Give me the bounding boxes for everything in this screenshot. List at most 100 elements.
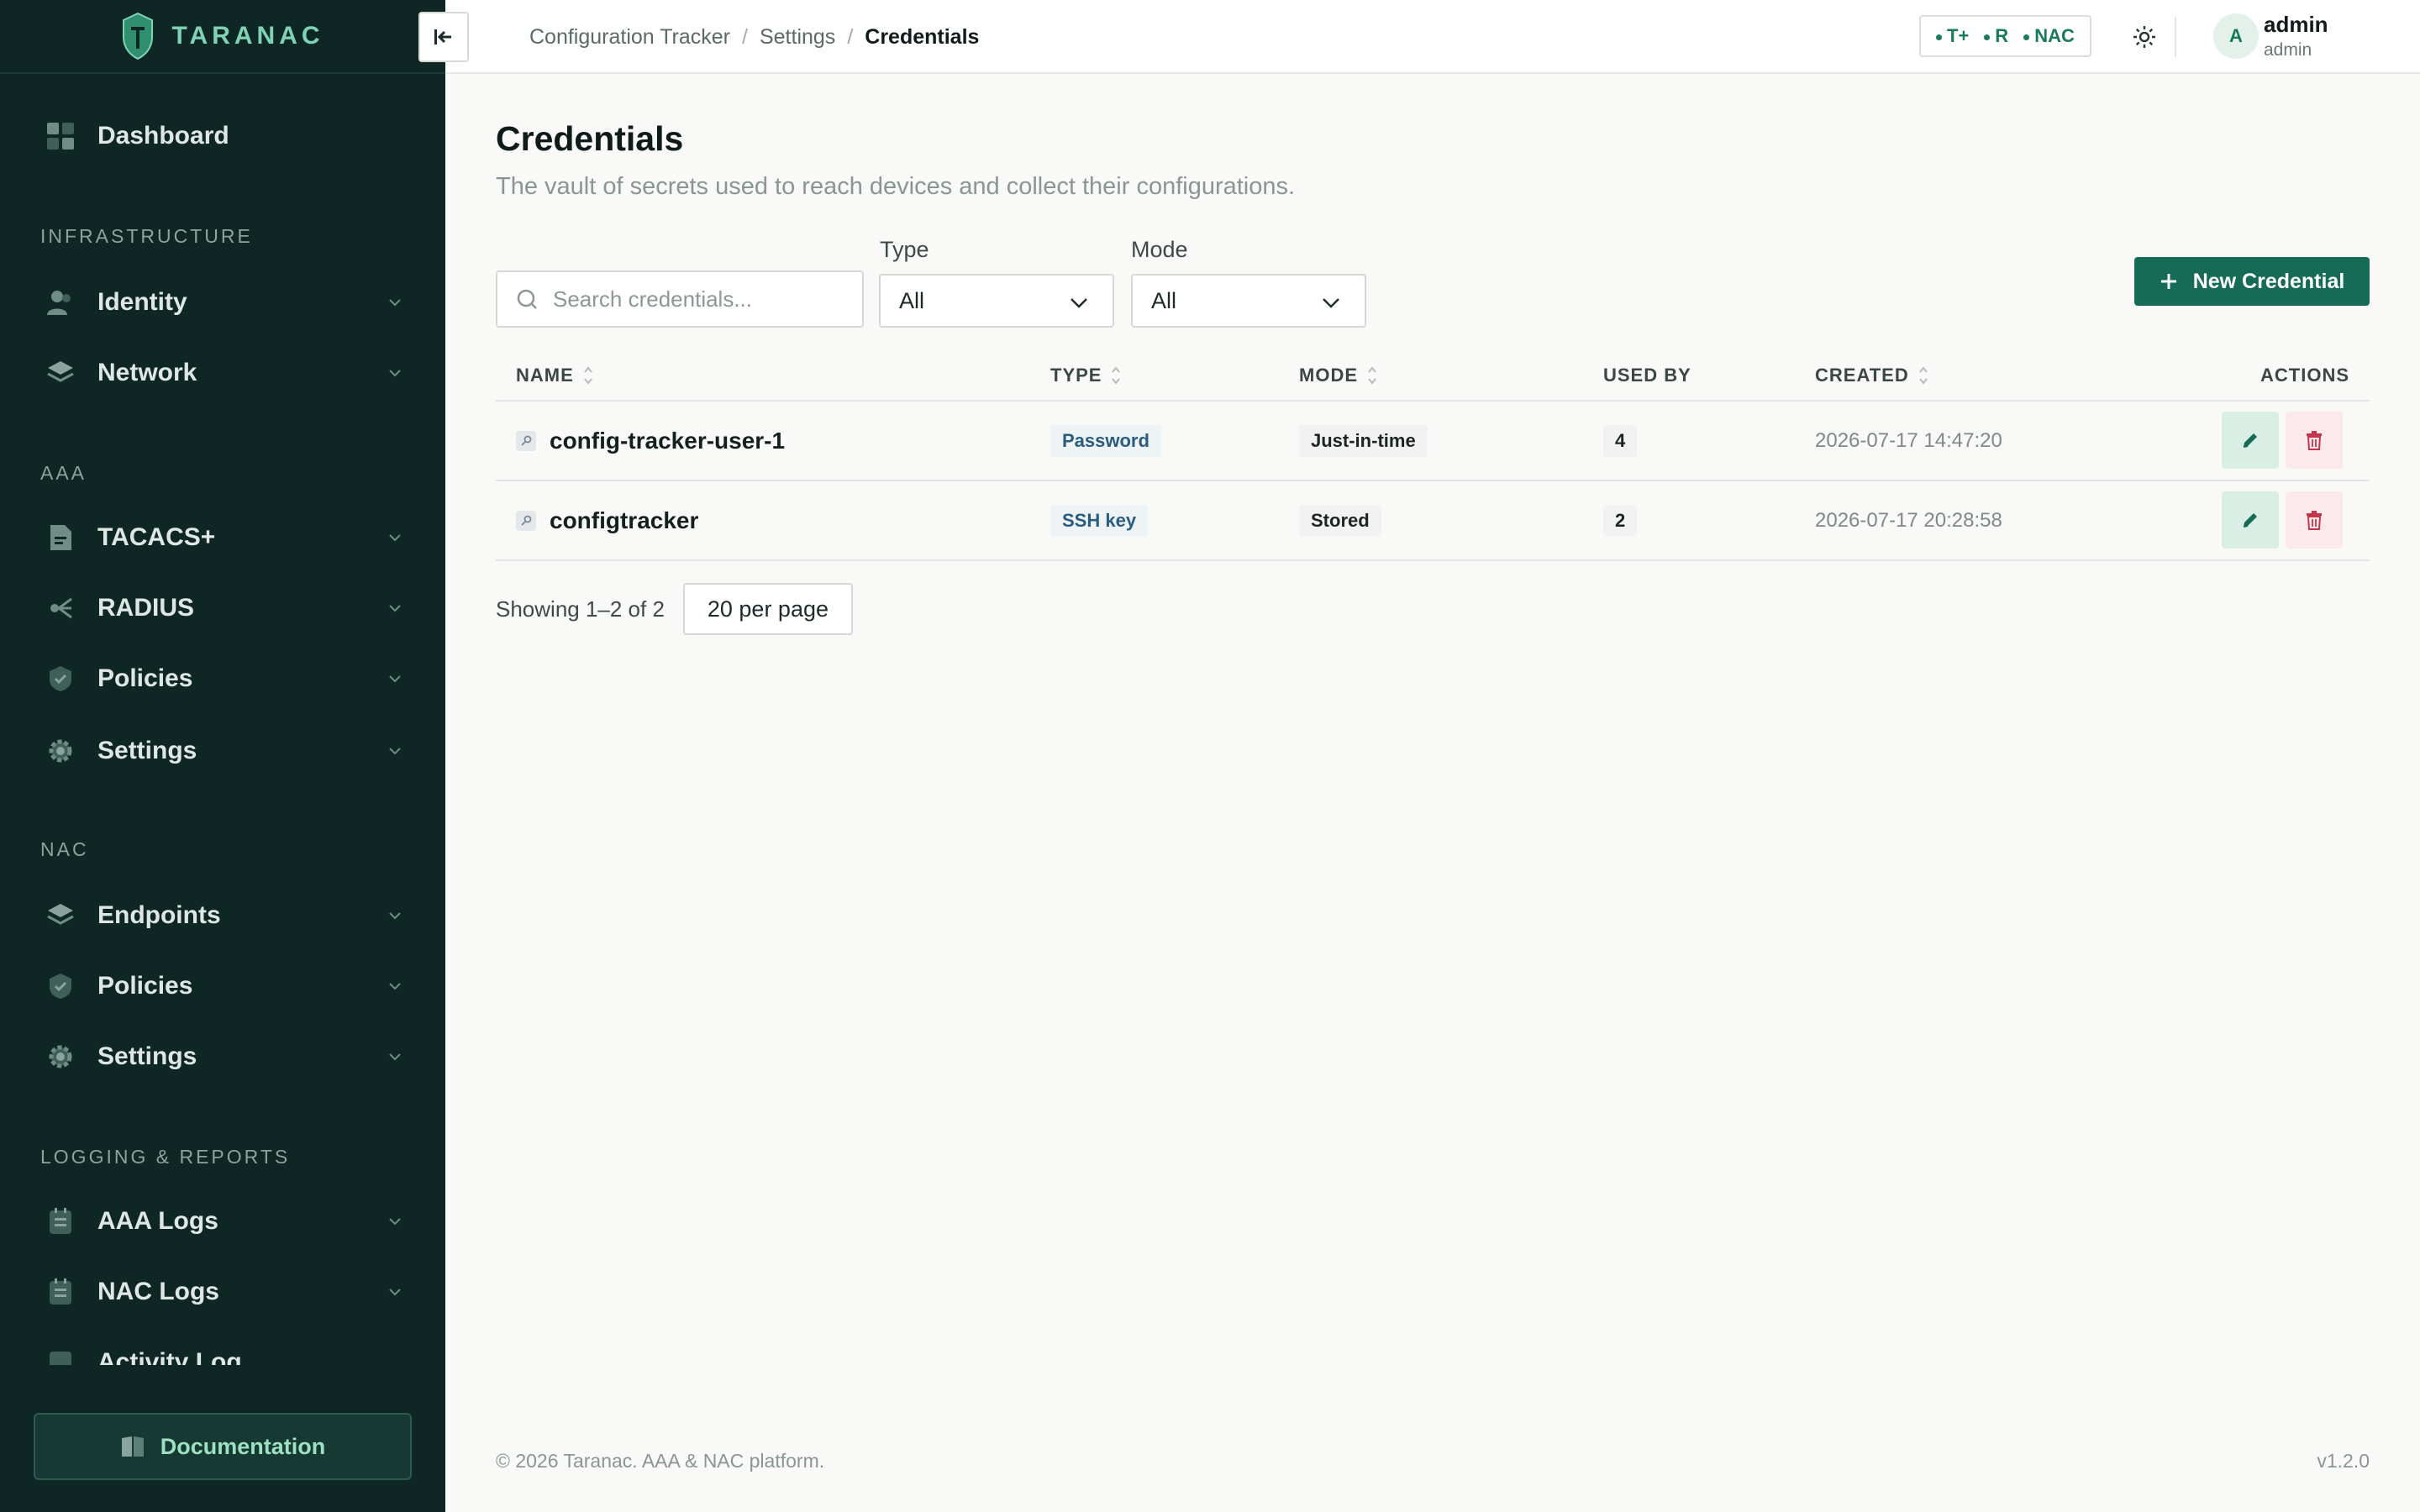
breadcrumb-separator: /	[847, 24, 854, 49]
footer-version: v1.2.0	[2317, 1450, 2370, 1472]
sidebar-item-endpoints[interactable]: Endpoints	[34, 889, 412, 942]
log-icon	[45, 1277, 76, 1307]
table-row[interactable]: configtracker SSH key Stored 2 2026-07-1…	[496, 481, 2370, 561]
column-label: TYPE	[1050, 365, 1102, 386]
breadcrumb-settings[interactable]: Settings	[760, 25, 835, 50]
chevron-down-icon	[389, 1218, 401, 1226]
sidebar-item-tacacs[interactable]: TACACS+	[34, 511, 412, 564]
column-label: USED BY	[1603, 365, 1691, 386]
sidebar-item-label: Policies	[97, 664, 193, 692]
sidebar-item-nac-policies[interactable]: Policies	[34, 959, 412, 1013]
chevron-down-icon	[389, 748, 401, 755]
pagination-info: Showing 1–2 of 2	[496, 596, 665, 622]
credential-name[interactable]: config-tracker-user-1	[550, 428, 785, 454]
users-icon	[45, 287, 76, 318]
layers-icon	[45, 900, 76, 931]
used-by-count: 2	[1603, 504, 1638, 537]
edit-button[interactable]	[2222, 491, 2279, 549]
user-role: admin	[2264, 40, 2312, 60]
sidebar-item-label: Policies	[97, 972, 193, 1000]
pagination: Showing 1–2 of 2 20 per page	[496, 583, 853, 635]
topbar: Configuration Tracker / Settings / Crede…	[418, 0, 2420, 74]
sort-icon	[584, 366, 592, 385]
breadcrumb: Configuration Tracker / Settings / Crede…	[529, 0, 979, 74]
sidebar-item-activity-log[interactable]: Activity Log	[34, 1336, 412, 1365]
delete-button[interactable]	[2286, 412, 2343, 469]
breadcrumb-configuration-tracker[interactable]: Configuration Tracker	[529, 25, 730, 50]
credential-name-cell: configtracker	[516, 481, 698, 559]
mode-filter-select[interactable]: All	[1131, 274, 1366, 328]
sidebar-item-identity[interactable]: Identity	[34, 276, 412, 329]
sort-icon	[1112, 366, 1121, 385]
log-icon	[45, 1206, 76, 1236]
trash-icon	[2307, 431, 2322, 450]
dashboard-icon	[45, 121, 76, 151]
sidebar-item-label: Settings	[97, 737, 197, 764]
per-page-select[interactable]: 20 per page	[682, 583, 853, 635]
sidebar-item-label: RADIUS	[97, 594, 195, 622]
column-header-created[interactable]: CREATED	[1815, 365, 1929, 386]
brand-name: TARANAC	[171, 22, 324, 50]
brand[interactable]: TARANAC	[0, 0, 445, 74]
search-input[interactable]	[553, 286, 839, 312]
sidebar-item-nac-logs[interactable]: NAC Logs	[34, 1265, 412, 1319]
chevron-down-icon	[389, 1289, 401, 1296]
breadcrumb-current: Credentials	[865, 24, 980, 49]
table-row[interactable]: config-tracker-user-1 Password Just-in-t…	[496, 402, 2370, 481]
mode-badge: Stored	[1299, 504, 1381, 537]
column-label: CREATED	[1815, 365, 1909, 386]
protocol-badge-tacacs: T+	[1936, 25, 1969, 47]
mode-filter-value: All	[1151, 287, 1177, 313]
credentials-table: NAME TYPE MODE USED BY CREATED ACTIONS c…	[496, 348, 2370, 561]
edit-button[interactable]	[2222, 412, 2279, 469]
sidebar-item-nac-settings[interactable]: Settings	[34, 1030, 412, 1084]
avatar[interactable]: A	[2213, 13, 2259, 59]
delete-button[interactable]	[2286, 491, 2343, 549]
sidebar-item-radius[interactable]: RADIUS	[34, 581, 412, 635]
section-label-logging: LOGGING & REPORTS	[40, 1146, 291, 1168]
sidebar-item-aaa-logs[interactable]: AAA Logs	[34, 1194, 412, 1248]
table-header: NAME TYPE MODE USED BY CREATED ACTIONS	[496, 348, 2370, 402]
theme-toggle-button[interactable]	[2128, 20, 2161, 54]
credential-name-cell: config-tracker-user-1	[516, 402, 785, 480]
sidebar-item-dashboard[interactable]: Dashboard	[34, 109, 412, 163]
key-icon	[516, 430, 536, 451]
created-timestamp: 2026-07-17 20:28:58	[1815, 508, 2002, 532]
column-header-name[interactable]: NAME	[516, 365, 594, 386]
status-dot-icon	[1936, 34, 1942, 40]
sidebar-item-aaa-policies[interactable]: Policies	[34, 652, 412, 706]
documentation-button[interactable]: Documentation	[34, 1413, 412, 1480]
page-title: Credentials	[496, 119, 684, 158]
section-label-nac: NAC	[40, 838, 89, 860]
sort-icon	[1368, 366, 1376, 385]
shield-check-icon	[45, 971, 76, 1001]
type-filter-select[interactable]: All	[879, 274, 1114, 328]
documentation-label: Documentation	[160, 1433, 326, 1459]
column-header-type[interactable]: TYPE	[1050, 365, 1122, 386]
sidebar-item-network[interactable]: Network	[34, 346, 412, 400]
chevron-down-icon	[389, 605, 401, 612]
sort-icon	[1918, 366, 1928, 385]
new-credential-button[interactable]: New Credential	[2134, 257, 2370, 306]
sidebar-item-label: Identity	[97, 288, 187, 316]
column-label: MODE	[1299, 365, 1358, 386]
key-icon	[516, 510, 536, 531]
protocol-label: R	[1995, 25, 2009, 46]
protocol-status-badges: T+ R NAC	[1919, 15, 2091, 57]
type-filter-value: All	[899, 287, 925, 313]
user-name[interactable]: admin	[2264, 12, 2328, 38]
column-header-mode[interactable]: MODE	[1299, 365, 1378, 386]
sidebar-item-label: TACACS+	[97, 523, 216, 551]
type-badge: SSH key	[1050, 504, 1149, 537]
used-by-count: 4	[1603, 424, 1638, 457]
topbar-divider	[2175, 17, 2176, 57]
status-dot-icon	[2023, 34, 2030, 40]
collapse-sidebar-button[interactable]	[418, 12, 469, 62]
chevron-down-icon	[389, 675, 401, 683]
search-box[interactable]	[496, 270, 864, 328]
sidebar-item-aaa-settings[interactable]: Settings	[34, 724, 412, 778]
page-subtitle: The vault of secrets used to reach devic…	[496, 173, 1296, 200]
credential-name[interactable]: configtracker	[550, 507, 698, 534]
chevron-down-icon	[389, 912, 401, 920]
protocol-label: T+	[1947, 25, 1970, 46]
